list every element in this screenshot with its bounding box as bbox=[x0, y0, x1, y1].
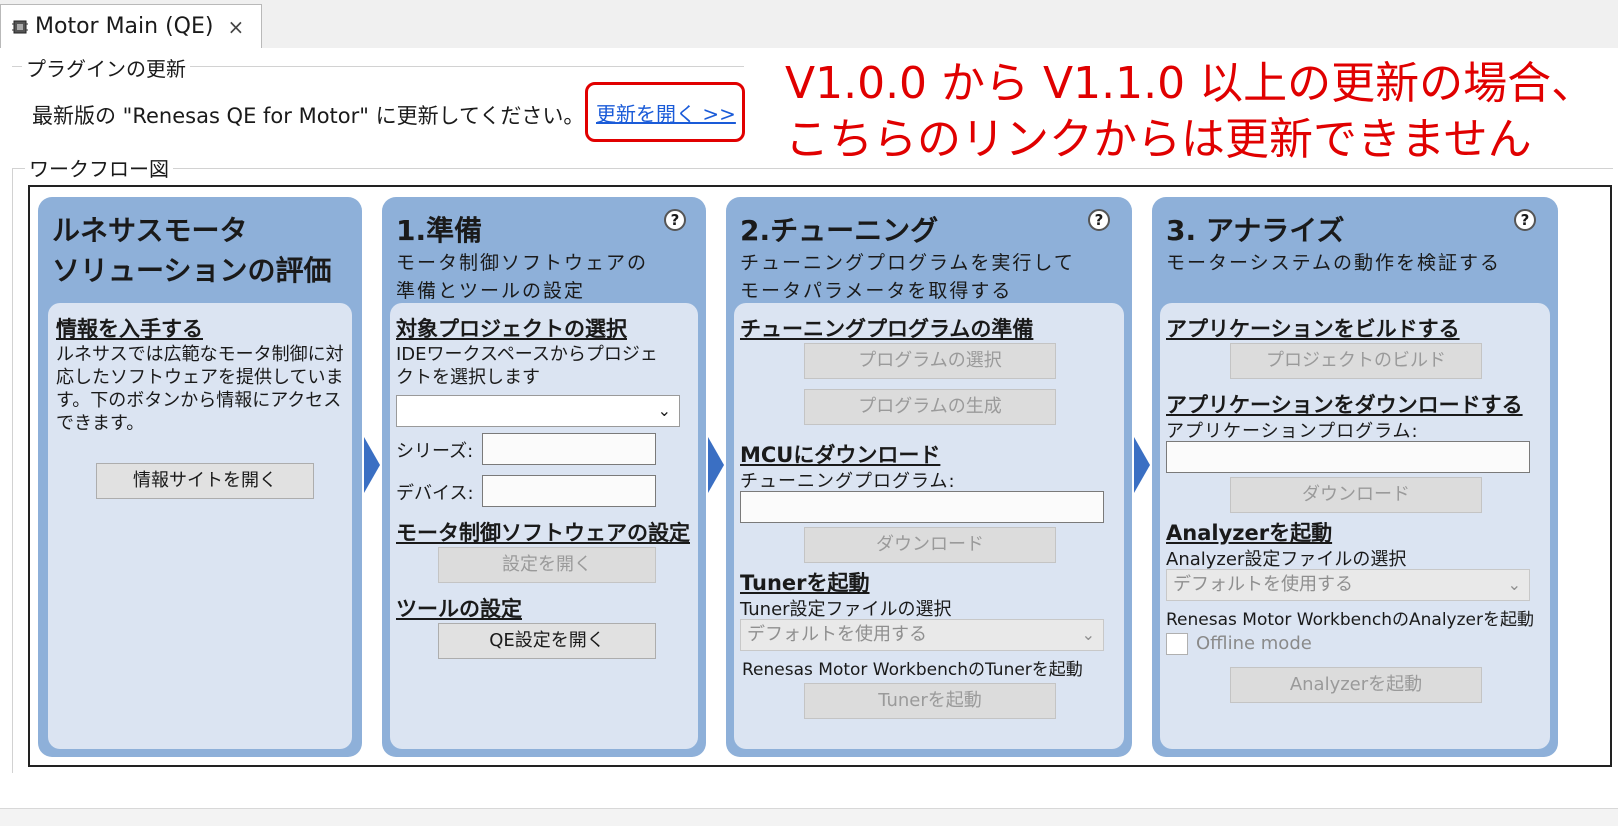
panel2-sub2: 準備とツールの設定 bbox=[396, 280, 586, 302]
motor-software-settings-heading: モータ制御ソフトウェアの設定 bbox=[396, 521, 690, 545]
chip-icon bbox=[12, 20, 28, 33]
workflow-title: ワークフロー図 bbox=[25, 153, 173, 182]
tuning-program-field[interactable] bbox=[740, 491, 1104, 523]
panel3-body: チューニングプログラムの準備 プログラムの選択 プログラムの生成 MCUにダウン… bbox=[734, 303, 1124, 749]
annotation-line-1: V1.0.0 から V1.1.0 以上の更新の場合、 bbox=[785, 58, 1596, 109]
chevron-down-icon: ⌄ bbox=[1081, 625, 1095, 644]
chevron-down-icon: ⌄ bbox=[1507, 575, 1521, 594]
tuning-program-label: チューニングプログラム: bbox=[740, 471, 956, 492]
panel3-sub2: モータパラメータを取得する bbox=[740, 280, 1013, 302]
panel1-title-line2: ソリューションの評価 bbox=[52, 254, 332, 287]
project-select[interactable]: ⌄ bbox=[396, 395, 680, 427]
horizontal-scrollbar[interactable] bbox=[0, 808, 1618, 826]
workflow-diagram: ルネサスモータ ソリューションの評価 情報を入手する ルネサスでは広範なモータ制… bbox=[28, 185, 1612, 767]
rmw-tuner-label: Renesas Motor WorkbenchのTunerを起動 bbox=[742, 660, 1083, 680]
start-analyzer-button[interactable]: Analyzerを起動 bbox=[1230, 667, 1482, 703]
tuner-settings-select[interactable]: デフォルトを使用する ⌄ bbox=[740, 619, 1104, 651]
open-update-link[interactable]: 更新を開く >> bbox=[596, 98, 736, 127]
open-info-site-button[interactable]: 情報サイトを開く bbox=[96, 463, 314, 499]
flow-arrow-2 bbox=[708, 437, 724, 493]
panel4-subtitle: モーターシステムの動作を検証する bbox=[1166, 249, 1501, 277]
offline-mode-label: Offline mode bbox=[1196, 633, 1312, 654]
open-settings-button[interactable]: 設定を開く bbox=[438, 547, 656, 583]
mcu-download-heading: MCUにダウンロード bbox=[740, 443, 941, 467]
build-app-heading: アプリケーションをビルドする bbox=[1166, 317, 1460, 341]
help-icon[interactable]: ? bbox=[1514, 209, 1536, 231]
select-program-button[interactable]: プログラムの選択 bbox=[804, 343, 1056, 379]
start-analyzer-heading: Analyzerを起動 bbox=[1166, 521, 1333, 545]
tuning-program-prep-heading: チューニングプログラムの準備 bbox=[740, 317, 1034, 341]
analyzer-combo-value: デフォルトを使用する bbox=[1173, 574, 1353, 595]
red-annotation: V1.0.0 から V1.1.0 以上の更新の場合、 こちらのリンクからは更新で… bbox=[785, 56, 1595, 168]
panel4-body: アプリケーションをビルドする プロジェクトのビルド アプリケーションをダウンロー… bbox=[1160, 303, 1550, 749]
tuner-settings-label: Tuner設定ファイルの選択 bbox=[740, 599, 952, 620]
tool-settings-heading: ツールの設定 bbox=[396, 597, 522, 621]
update-link-highlight: 更新を開く >> bbox=[585, 82, 745, 142]
workflow-group: ワークフロー図 ルネサスモータ ソリューションの評価 情報を入手する ルネサスで… bbox=[12, 153, 1613, 773]
help-icon[interactable]: ? bbox=[1088, 209, 1110, 231]
tab-label: Motor Main (QE) bbox=[35, 14, 214, 39]
open-qe-settings-button[interactable]: QE設定を開く bbox=[438, 623, 656, 659]
flow-arrow-1 bbox=[364, 437, 380, 493]
start-tuner-heading: Tunerを起動 bbox=[740, 571, 870, 595]
select-project-heading: 対象プロジェクトの選択 bbox=[396, 317, 627, 341]
series-field[interactable] bbox=[482, 433, 656, 465]
app-program-field[interactable] bbox=[1166, 441, 1530, 473]
plugin-update-message: 最新版の "Renesas QE for Motor" に更新してください。 bbox=[32, 104, 585, 128]
editor-content: プラグインの更新 最新版の "Renesas QE for Motor" に更新… bbox=[0, 48, 1618, 826]
device-field[interactable] bbox=[482, 475, 656, 507]
offline-mode-checkbox[interactable] bbox=[1166, 633, 1188, 655]
download-app-heading: アプリケーションをダウンロードする bbox=[1166, 393, 1523, 417]
panel1-title-line1: ルネサスモータ bbox=[52, 214, 248, 247]
download-tuning-button[interactable]: ダウンロード bbox=[804, 527, 1056, 563]
panel2-title: 1.準備 bbox=[396, 214, 483, 247]
start-tuner-button[interactable]: Tunerを起動 bbox=[804, 683, 1056, 719]
close-icon[interactable]: × bbox=[227, 15, 244, 39]
build-project-button[interactable]: プロジェクトのビルド bbox=[1230, 343, 1482, 379]
select-project-desc-b: クトを選択します bbox=[396, 367, 540, 388]
device-label: デバイス: bbox=[396, 483, 474, 504]
get-info-heading: 情報を入手する bbox=[56, 317, 203, 341]
select-project-desc: IDEワークスペースからプロジェ クトを選択します bbox=[396, 343, 658, 389]
download-app-button[interactable]: ダウンロード bbox=[1230, 477, 1482, 513]
panel1-body: 情報を入手する ルネサスでは広範なモータ制御に対応したソフトウェアを提供していま… bbox=[48, 303, 352, 749]
chevron-down-icon: ⌄ bbox=[657, 401, 671, 420]
generate-program-button[interactable]: プログラムの生成 bbox=[804, 389, 1056, 425]
analyzer-settings-select[interactable]: デフォルトを使用する ⌄ bbox=[1166, 569, 1530, 601]
get-info-description: ルネサスでは広範なモータ制御に対応したソフトウェアを提供しています。下のボタンか… bbox=[56, 344, 344, 434]
flow-arrow-3 bbox=[1134, 437, 1150, 493]
panel2-subtitle: モータ制御ソフトウェアの 準備とツールの設定 bbox=[396, 249, 648, 305]
annotation-line-2: こちらのリンクからは更新できません bbox=[785, 114, 1532, 165]
panel3-title: 2.チューニング bbox=[740, 214, 939, 247]
tab-motor-main[interactable]: Motor Main (QE) × bbox=[0, 4, 262, 48]
panel4-sub1: モーターシステムの動作を検証する bbox=[1166, 252, 1502, 274]
panel3-subtitle: チューニングプログラムを実行して モータパラメータを取得する bbox=[740, 249, 1075, 305]
panel2-sub1: モータ制御ソフトウェアの bbox=[396, 252, 649, 274]
panel3-sub1: チューニングプログラムを実行して bbox=[740, 252, 1075, 274]
panel-analyze: 3. アナライズ ? モーターシステムの動作を検証する アプリケーションをビルド… bbox=[1152, 197, 1558, 757]
panel2-body: 対象プロジェクトの選択 IDEワークスペースからプロジェ クトを選択します ⌄ … bbox=[390, 303, 698, 749]
analyzer-settings-label: Analyzer設定ファイルの選択 bbox=[1166, 549, 1407, 570]
panel-tuning: 2.チューニング ? チューニングプログラムを実行して モータパラメータを取得す… bbox=[726, 197, 1132, 757]
app-program-label: アプリケーションプログラム: bbox=[1166, 421, 1419, 442]
panel-renesas-evaluation: ルネサスモータ ソリューションの評価 情報を入手する ルネサスでは広範なモータ制… bbox=[38, 197, 362, 757]
select-project-desc-a: IDEワークスペースからプロジェ bbox=[396, 344, 658, 365]
tuner-combo-value: デフォルトを使用する bbox=[747, 624, 927, 645]
rmw-analyzer-label: Renesas Motor WorkbenchのAnalyzerを起動 bbox=[1166, 610, 1534, 630]
tab-bar: Motor Main (QE) × bbox=[0, 0, 1618, 49]
plugin-group-title: プラグインの更新 bbox=[22, 53, 190, 82]
panel-preparation: 1.準備 ? モータ制御ソフトウェアの 準備とツールの設定 対象プロジェクトの選… bbox=[382, 197, 706, 757]
panel1-title: ルネサスモータ ソリューションの評価 bbox=[52, 211, 331, 291]
help-icon[interactable]: ? bbox=[664, 209, 686, 231]
series-label: シリーズ: bbox=[396, 441, 474, 462]
panel4-title: 3. アナライズ bbox=[1166, 214, 1345, 247]
